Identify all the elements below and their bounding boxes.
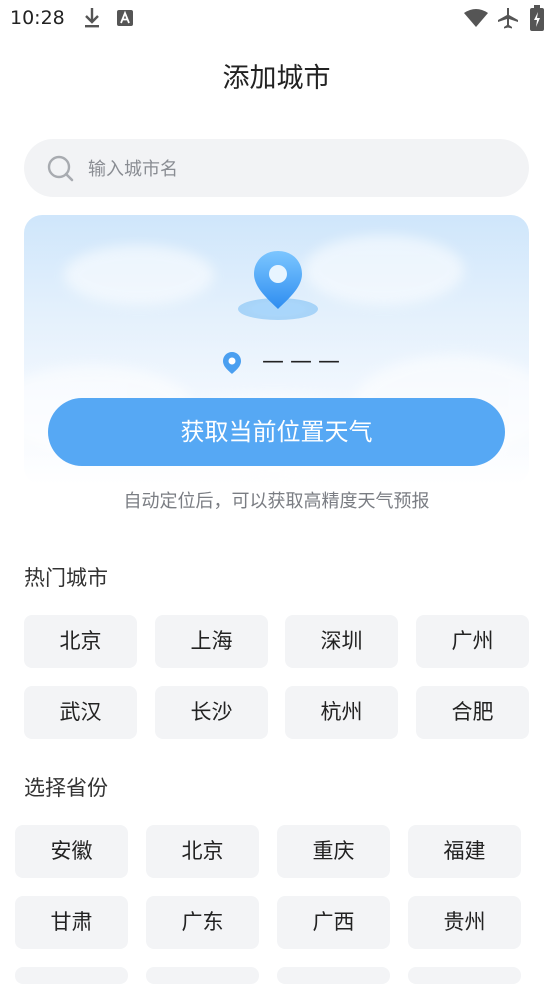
hot-city-chip[interactable]: 上海 [155,615,268,668]
cloud-decoration [64,245,214,305]
airplane-icon [496,6,520,34]
province-chip-partial[interactable] [146,967,259,984]
hot-city-chip[interactable]: 北京 [24,615,137,668]
location-marker-icon [222,351,242,379]
hot-city-chip[interactable]: 武汉 [24,686,137,739]
current-location-text: ——— [262,349,346,374]
hot-city-chip[interactable]: 长沙 [155,686,268,739]
hot-city-chip[interactable]: 广州 [416,615,529,668]
province-chip[interactable]: 安徽 [15,825,128,878]
app-notification-icon [117,10,133,30]
status-bar: 10:28 [0,0,553,38]
province-chip[interactable]: 广西 [277,896,390,949]
city-search-input[interactable] [86,153,510,185]
city-search-bar[interactable] [24,139,529,197]
province-chip[interactable]: 贵州 [408,896,521,949]
hot-city-chip[interactable]: 深圳 [285,615,398,668]
province-chip[interactable]: 福建 [408,825,521,878]
province-chip[interactable]: 甘肃 [15,896,128,949]
province-chip-partial[interactable] [277,967,390,984]
search-icon [46,154,76,188]
province-chip[interactable]: 北京 [146,825,259,878]
get-current-location-weather-button[interactable]: 获取当前位置天气 [48,398,505,466]
province-chip[interactable]: 广东 [146,896,259,949]
cloud-decoration [304,235,464,305]
wifi-icon [463,8,489,32]
province-chip-partial[interactable] [15,967,128,984]
location-pin-icon [236,247,320,331]
province-chip[interactable]: 重庆 [277,825,390,878]
hot-cities-title: 热门城市 [24,566,108,590]
download-icon [82,6,102,34]
status-time: 10:28 [10,7,65,29]
location-hint-text: 自动定位后，可以获取高精度天气预报 [123,491,430,512]
battery-icon [530,5,544,35]
provinces-title: 选择省份 [24,776,108,800]
province-chip-partial[interactable] [408,967,521,984]
hot-city-chip[interactable]: 合肥 [416,686,529,739]
hot-city-chip[interactable]: 杭州 [285,686,398,739]
page-title: 添加城市 [222,63,331,94]
